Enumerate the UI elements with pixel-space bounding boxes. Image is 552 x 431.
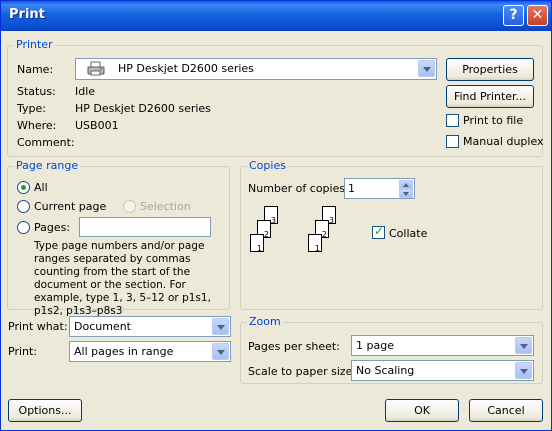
print-what-value: Document <box>74 320 131 333</box>
where-value: USB001 <box>75 119 119 132</box>
type-value: HP Deskjet D2600 series <box>75 102 211 115</box>
scale-to-paper-select[interactable]: No Scaling <box>351 360 534 381</box>
collate-label[interactable]: Collate <box>389 227 427 240</box>
all-radio[interactable] <box>17 181 30 194</box>
pages-per-sheet-select[interactable]: 1 page <box>351 335 534 356</box>
chevron-down-icon[interactable] <box>515 337 532 354</box>
spin-down-icon[interactable] <box>399 189 413 198</box>
title-bar[interactable]: Print ? ✕ <box>1 1 551 31</box>
where-label: Where: <box>17 119 57 132</box>
spin-up-icon[interactable] <box>399 180 413 189</box>
find-printer-button[interactable]: Find Printer... <box>446 85 534 108</box>
pages-per-sheet-value: 1 page <box>356 339 394 352</box>
printer-icon <box>86 61 106 77</box>
collate-checkbox[interactable] <box>372 224 385 239</box>
print-what-select[interactable]: Document <box>69 316 231 337</box>
printer-legend: Printer <box>14 38 55 51</box>
pages-label[interactable]: Pages: <box>34 221 70 234</box>
print-to-file-checkbox[interactable] <box>446 114 459 127</box>
comment-label: Comment: <box>17 136 75 149</box>
number-of-copies-input[interactable]: 1 <box>344 178 415 199</box>
chevron-down-icon[interactable] <box>212 318 229 335</box>
print-select[interactable]: All pages in range <box>69 341 231 362</box>
window-title: Print <box>9 7 45 22</box>
pages-help-text: Type page numbers and/or page ranges sep… <box>34 240 211 317</box>
all-label[interactable]: All <box>34 181 48 194</box>
cancel-button-label: Cancel <box>487 404 525 417</box>
collate-page-1b: 1 <box>308 234 322 253</box>
scale-to-paper-label: Scale to paper size: <box>248 365 357 378</box>
copies-legend: Copies <box>247 159 288 172</box>
cancel-button[interactable]: Cancel <box>469 399 543 422</box>
chevron-down-icon[interactable] <box>418 60 435 77</box>
page-range-legend: Page range <box>14 159 81 172</box>
properties-button[interactable]: Properties <box>446 58 534 81</box>
status-label: Status: <box>17 85 56 98</box>
chevron-down-icon[interactable] <box>212 343 229 360</box>
ok-button-label: OK <box>414 404 430 417</box>
scale-to-paper-value: No Scaling <box>356 364 415 377</box>
close-button[interactable]: ✕ <box>527 5 548 26</box>
zoom-legend: Zoom <box>247 315 283 328</box>
manual-duplex-label[interactable]: Manual duplex <box>463 135 544 148</box>
collate-illustration: 3 2 1 3 2 1 <box>248 206 358 262</box>
manual-duplex-checkbox[interactable] <box>446 135 459 148</box>
status-value: Idle <box>75 85 96 98</box>
options-button[interactable]: Options... <box>8 399 82 422</box>
collate-page-1a: 1 <box>250 234 264 253</box>
selection-label: Selection <box>140 200 191 213</box>
selection-radio <box>123 200 136 213</box>
printer-name-select[interactable]: HP Deskjet D2600 series <box>75 58 437 80</box>
print-label: Print: <box>8 345 38 358</box>
find-printer-button-label: Find Printer... <box>453 90 527 103</box>
print-value: All pages in range <box>74 345 174 358</box>
properties-button-label: Properties <box>462 63 518 76</box>
pages-per-sheet-label: Pages per sheet: <box>248 340 340 353</box>
ok-button[interactable]: OK <box>385 399 459 422</box>
number-of-copies-label: Number of copies: <box>248 182 349 195</box>
print-to-file-label[interactable]: Print to file <box>463 114 523 127</box>
help-button[interactable]: ? <box>503 5 524 26</box>
printer-name-value: HP Deskjet D2600 series <box>118 62 254 75</box>
current-page-radio[interactable] <box>17 200 30 213</box>
pages-radio[interactable] <box>17 221 30 234</box>
current-page-label[interactable]: Current page <box>34 200 106 213</box>
pages-input[interactable] <box>79 217 211 237</box>
chevron-down-icon[interactable] <box>515 362 532 379</box>
print-what-label: Print what: <box>8 320 68 333</box>
print-dialog: Print ? ✕ Printer Name: HP Deskjet D2600… <box>0 0 552 431</box>
options-button-label: Options... <box>18 404 72 417</box>
number-of-copies-value: 1 <box>348 182 355 195</box>
type-label: Type: <box>17 102 46 115</box>
name-label: Name: <box>17 63 54 76</box>
